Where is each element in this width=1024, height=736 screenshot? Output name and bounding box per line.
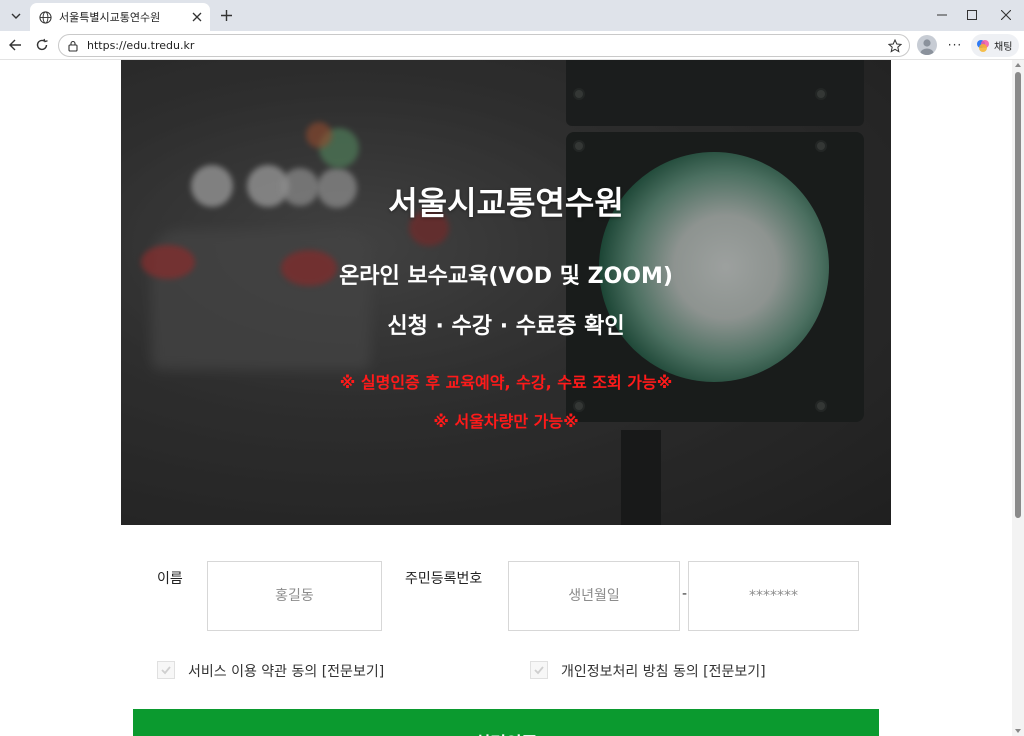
hero-overlay [121, 60, 891, 525]
rrn-label: 주민등록번호 [405, 571, 483, 587]
chat-label: 채팅 [994, 42, 1013, 53]
copilot-chat-button[interactable]: 채팅 [971, 34, 1019, 57]
back-button[interactable] [4, 34, 26, 56]
tab-bar: 서울특별시교통연수원 [0, 0, 1024, 31]
favorite-star-icon[interactable] [887, 38, 903, 54]
rrn-separator: - [682, 586, 688, 602]
check-icon [534, 666, 544, 675]
hero-banner: 서울시교통연수원 온라인 보수교육(VOD 및 ZOOM) 신청 · 수강 · … [121, 60, 891, 525]
scroll-up-arrow-icon[interactable] [1015, 63, 1021, 67]
browser-tab[interactable]: 서울특별시교통연수원 [30, 3, 210, 31]
page-scrollbar[interactable] [1012, 60, 1024, 736]
minimize-icon [937, 14, 947, 16]
hero-subtitle-actions: 신청 · 수강 · 수료증 확인 [387, 314, 625, 339]
refresh-button[interactable] [31, 34, 53, 56]
scroll-down-arrow-icon[interactable] [1015, 729, 1021, 733]
check-icon [161, 666, 171, 675]
name-label: 이름 [157, 571, 183, 587]
more-menu-button[interactable]: ··· [945, 35, 965, 55]
terms-agree-checkbox[interactable] [157, 661, 175, 679]
refresh-icon [36, 38, 48, 51]
privacy-agree-label[interactable]: 개인정보처리 방침 동의 [전문보기] [561, 661, 766, 681]
birthdate-input[interactable] [508, 561, 680, 631]
arrow-left-icon [9, 39, 21, 51]
hero-notice-verification: ※ 실명인증 후 교육예약, 수강, 수료 조회 가능※ [339, 373, 673, 392]
site-info-icon[interactable] [67, 40, 79, 52]
tab-title: 서울특별시교통연수원 [59, 11, 161, 24]
tab-list-button[interactable] [5, 5, 27, 27]
page-content: 서울시교통연수원 온라인 보수교육(VOD 및 ZOOM) 신청 · 수강 · … [0, 60, 1012, 736]
browser-toolbar: https://edu.tredu.kr ··· 채팅 [0, 31, 1024, 60]
terms-agree-label[interactable]: 서비스 이용 약관 동의 [전문보기] [188, 661, 384, 681]
rrn-back-input[interactable] [688, 561, 859, 631]
globe-icon [39, 10, 52, 24]
maximize-button[interactable] [960, 4, 984, 26]
verify-submit-button[interactable]: 실명인증 [133, 709, 879, 736]
hero-subtitle-course: 온라인 보수교육(VOD 및 ZOOM) [339, 264, 673, 289]
minimize-button[interactable] [930, 4, 954, 26]
chevron-down-icon [11, 13, 21, 19]
close-icon [1001, 10, 1011, 20]
name-input[interactable] [207, 561, 382, 631]
maximize-icon [967, 10, 977, 20]
new-tab-button[interactable] [216, 5, 236, 25]
profile-avatar[interactable] [917, 35, 937, 55]
hero-title: 서울시교통연수원 [388, 184, 624, 222]
privacy-agree-checkbox[interactable] [530, 661, 548, 679]
plus-icon [220, 9, 232, 21]
close-window-button[interactable] [994, 4, 1018, 26]
address-bar[interactable]: https://edu.tredu.kr [58, 34, 910, 57]
url-text[interactable]: https://edu.tredu.kr [87, 39, 194, 52]
hero-notice-seoul-only: ※ 서울차량만 가능※ [433, 412, 579, 431]
close-tab-icon[interactable] [189, 9, 205, 25]
scroll-thumb[interactable] [1015, 72, 1021, 518]
person-icon [920, 39, 934, 55]
copilot-icon [977, 39, 989, 52]
